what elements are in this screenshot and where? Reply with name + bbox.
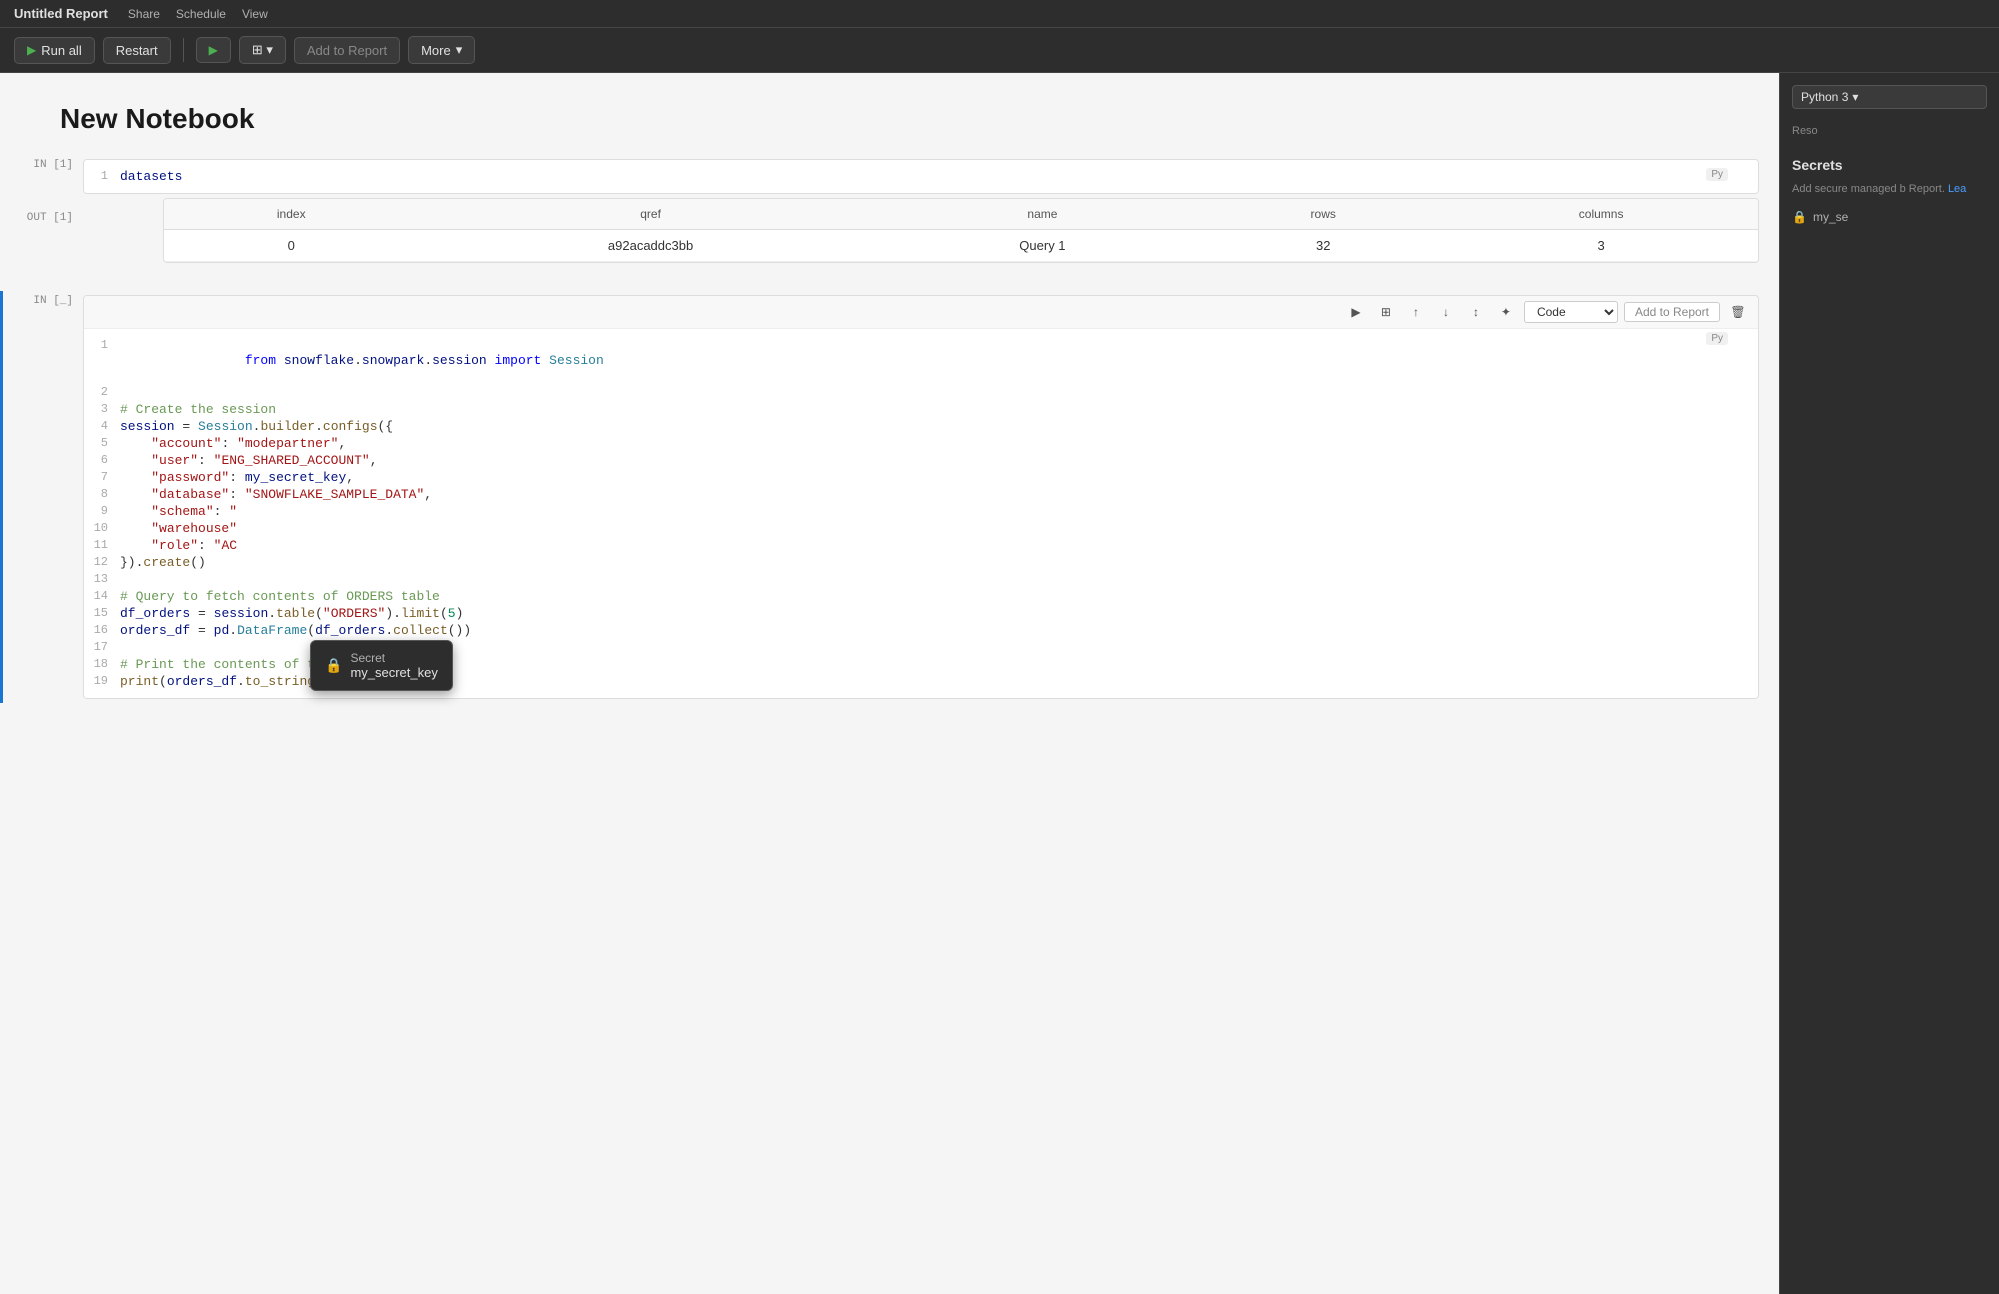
code-line-10: 10 "warehouse": [84, 520, 1758, 537]
add-cell-button[interactable]: ⊞ ▾: [239, 36, 286, 64]
cell-1: IN [1] 1 datasets Py OUT [1]: [0, 155, 1779, 271]
expand-btn[interactable]: ✦: [1494, 300, 1518, 324]
menu-share[interactable]: Share: [128, 7, 160, 21]
cell-1-output-row: OUT [1] index qref name rows columns: [0, 198, 1779, 271]
python-version-selector[interactable]: Python 3 ▾: [1792, 85, 1987, 109]
python-selector-section: Python 3 ▾: [1792, 85, 1987, 109]
restart-button[interactable]: Restart: [103, 37, 171, 64]
output-table: index qref name rows columns 0 a92acaddc…: [164, 199, 1758, 262]
cell-index: 0: [164, 230, 418, 262]
py-badge-1: Py: [1706, 168, 1728, 181]
cell-2-content[interactable]: ▶ ⊞ ↑ ↓ ↕ ✦ Code Markdown Add to Report …: [83, 295, 1759, 699]
cell-1-input-row: IN [1] 1 datasets Py: [0, 155, 1779, 198]
col-name: name: [883, 199, 1203, 230]
secrets-learn-link[interactable]: Lea: [1948, 183, 1966, 195]
cell-separator: [0, 271, 1779, 291]
secrets-title: Secrets: [1792, 157, 1987, 173]
col-qref: qref: [418, 199, 882, 230]
code-line-7: 7 "password": my_secret_key,: [84, 469, 1758, 486]
code-line-1: 1 from snowflake.snowpark.session import…: [84, 337, 1758, 384]
cell-1-in-label: IN [1]: [3, 155, 83, 198]
right-panel: Python 3 ▾ Reso Secrets Add secure manag…: [1779, 73, 1999, 1294]
code-line-1: 1 datasets: [84, 168, 1758, 185]
cell-1-content[interactable]: 1 datasets Py: [83, 159, 1759, 194]
code-line-5: 5 "account": "modepartner",: [84, 435, 1758, 452]
more-button[interactable]: More ▾: [408, 36, 475, 64]
cell-2-toolbar: ▶ ⊞ ↑ ↓ ↕ ✦ Code Markdown Add to Report …: [84, 296, 1758, 329]
toolbar: ▶ Run all Restart ▶ ⊞ ▾ Add to Report Mo…: [0, 28, 1999, 73]
code-line-14: 14 # Query to fetch contents of ORDERS t…: [84, 588, 1758, 605]
code-line-4: 4 session = Session.builder.configs({: [84, 418, 1758, 435]
run-icon: ▶: [209, 43, 218, 57]
code-line-8: 8 "database": "SNOWFLAKE_SAMPLE_DATA",: [84, 486, 1758, 503]
code-line-13: 13: [84, 571, 1758, 588]
resource-section: Reso: [1792, 125, 1987, 137]
line-num-1: 1: [84, 169, 120, 184]
titlebar: Untitled Report Share Schedule View: [0, 0, 1999, 28]
notebook-header: New Notebook: [0, 73, 1779, 155]
add-to-report-button[interactable]: Add to Report: [294, 37, 400, 64]
plus-icon: ⊞ ▾: [252, 42, 273, 58]
chevron-down-icon: ▾: [1852, 90, 1858, 104]
line-content-1: datasets: [120, 169, 1758, 184]
code-line-3: 3 # Create the session: [84, 401, 1758, 418]
secret-tooltip: 🔒 Secret my_secret_key: [310, 640, 453, 691]
main-layout: New Notebook IN [1] 1 datasets Py: [0, 73, 1999, 1294]
cell-2-input-row: IN [_] ▶ ⊞ ↑ ↓ ↕ ✦ Code Markdown: [0, 291, 1779, 703]
code-line-11: 11 "role": "AC: [84, 537, 1758, 554]
col-rows: rows: [1202, 199, 1444, 230]
delete-cell-btn[interactable]: 🗑: [1726, 300, 1750, 324]
table-row: 0 a92acaddc3bb Query 1 32 3: [164, 230, 1758, 262]
chevron-down-icon: ▾: [456, 42, 463, 58]
col-index: index: [164, 199, 418, 230]
resource-label: Reso: [1792, 125, 1987, 137]
code-line-9: 9 "schema": ": [84, 503, 1758, 520]
code-line-12: 12 }).create(): [84, 554, 1758, 571]
play-icon: ▶: [27, 43, 36, 57]
run-cell-btn[interactable]: ▶: [1344, 300, 1368, 324]
run-all-button[interactable]: ▶ Run all: [14, 37, 95, 64]
run-cell-button[interactable]: ▶: [196, 37, 231, 63]
lock-small-icon: 🔒: [1792, 210, 1807, 224]
notebook-area: New Notebook IN [1] 1 datasets Py: [0, 73, 1779, 1294]
code-line-16: 16 orders_df = pd.DataFrame(df_orders.co…: [84, 622, 1758, 639]
cell-2: IN [_] ▶ ⊞ ↑ ↓ ↕ ✦ Code Markdown: [0, 291, 1779, 703]
lock-icon: 🔒: [325, 657, 342, 674]
cell-rows: 32: [1202, 230, 1444, 262]
col-columns: columns: [1444, 199, 1758, 230]
code-line-15: 15 df_orders = session.table("ORDERS").l…: [84, 605, 1758, 622]
cell-1-code: 1 datasets: [84, 160, 1758, 193]
py-badge-2: Py: [1706, 332, 1728, 345]
secret-item: 🔒 my_se: [1792, 206, 1987, 228]
output-table-container: index qref name rows columns 0 a92acaddc…: [163, 198, 1759, 263]
cell-type-selector[interactable]: Code Markdown: [1524, 301, 1618, 323]
window-title: Untitled Report: [14, 6, 108, 21]
move-up-btn[interactable]: ↑: [1404, 300, 1428, 324]
cell-qref: a92acaddc3bb: [418, 230, 882, 262]
tooltip-text: Secret my_secret_key: [350, 651, 437, 680]
cell-columns: 3: [1444, 230, 1758, 262]
add-below-btn[interactable]: ⊞: [1374, 300, 1398, 324]
menu-schedule[interactable]: Schedule: [176, 7, 226, 21]
collapse-btn[interactable]: ↕: [1464, 300, 1488, 324]
table-header-row: index qref name rows columns: [164, 199, 1758, 230]
cell-add-report-btn[interactable]: Add to Report: [1624, 302, 1720, 322]
notebook-title: New Notebook: [60, 103, 1719, 135]
cell-2-in-label: IN [_]: [3, 291, 83, 703]
secrets-desc: Add secure managed b Report. Lea: [1792, 181, 1987, 198]
code-line-6: 6 "user": "ENG_SHARED_ACCOUNT",: [84, 452, 1758, 469]
secrets-section: Secrets Add secure managed b Report. Lea…: [1792, 157, 1987, 228]
out-label-1: OUT [1]: [3, 198, 83, 271]
titlebar-menu: Share Schedule View: [128, 7, 268, 21]
tooltip-value: my_secret_key: [350, 665, 437, 680]
tooltip-label: Secret: [350, 651, 437, 665]
toolbar-separator: [183, 38, 184, 62]
python-label: Python 3: [1801, 90, 1848, 104]
code-line-2: 2: [84, 384, 1758, 401]
cell-name: Query 1: [883, 230, 1203, 262]
secret-name: my_se: [1813, 210, 1848, 224]
menu-view[interactable]: View: [242, 7, 268, 21]
move-down-btn[interactable]: ↓: [1434, 300, 1458, 324]
